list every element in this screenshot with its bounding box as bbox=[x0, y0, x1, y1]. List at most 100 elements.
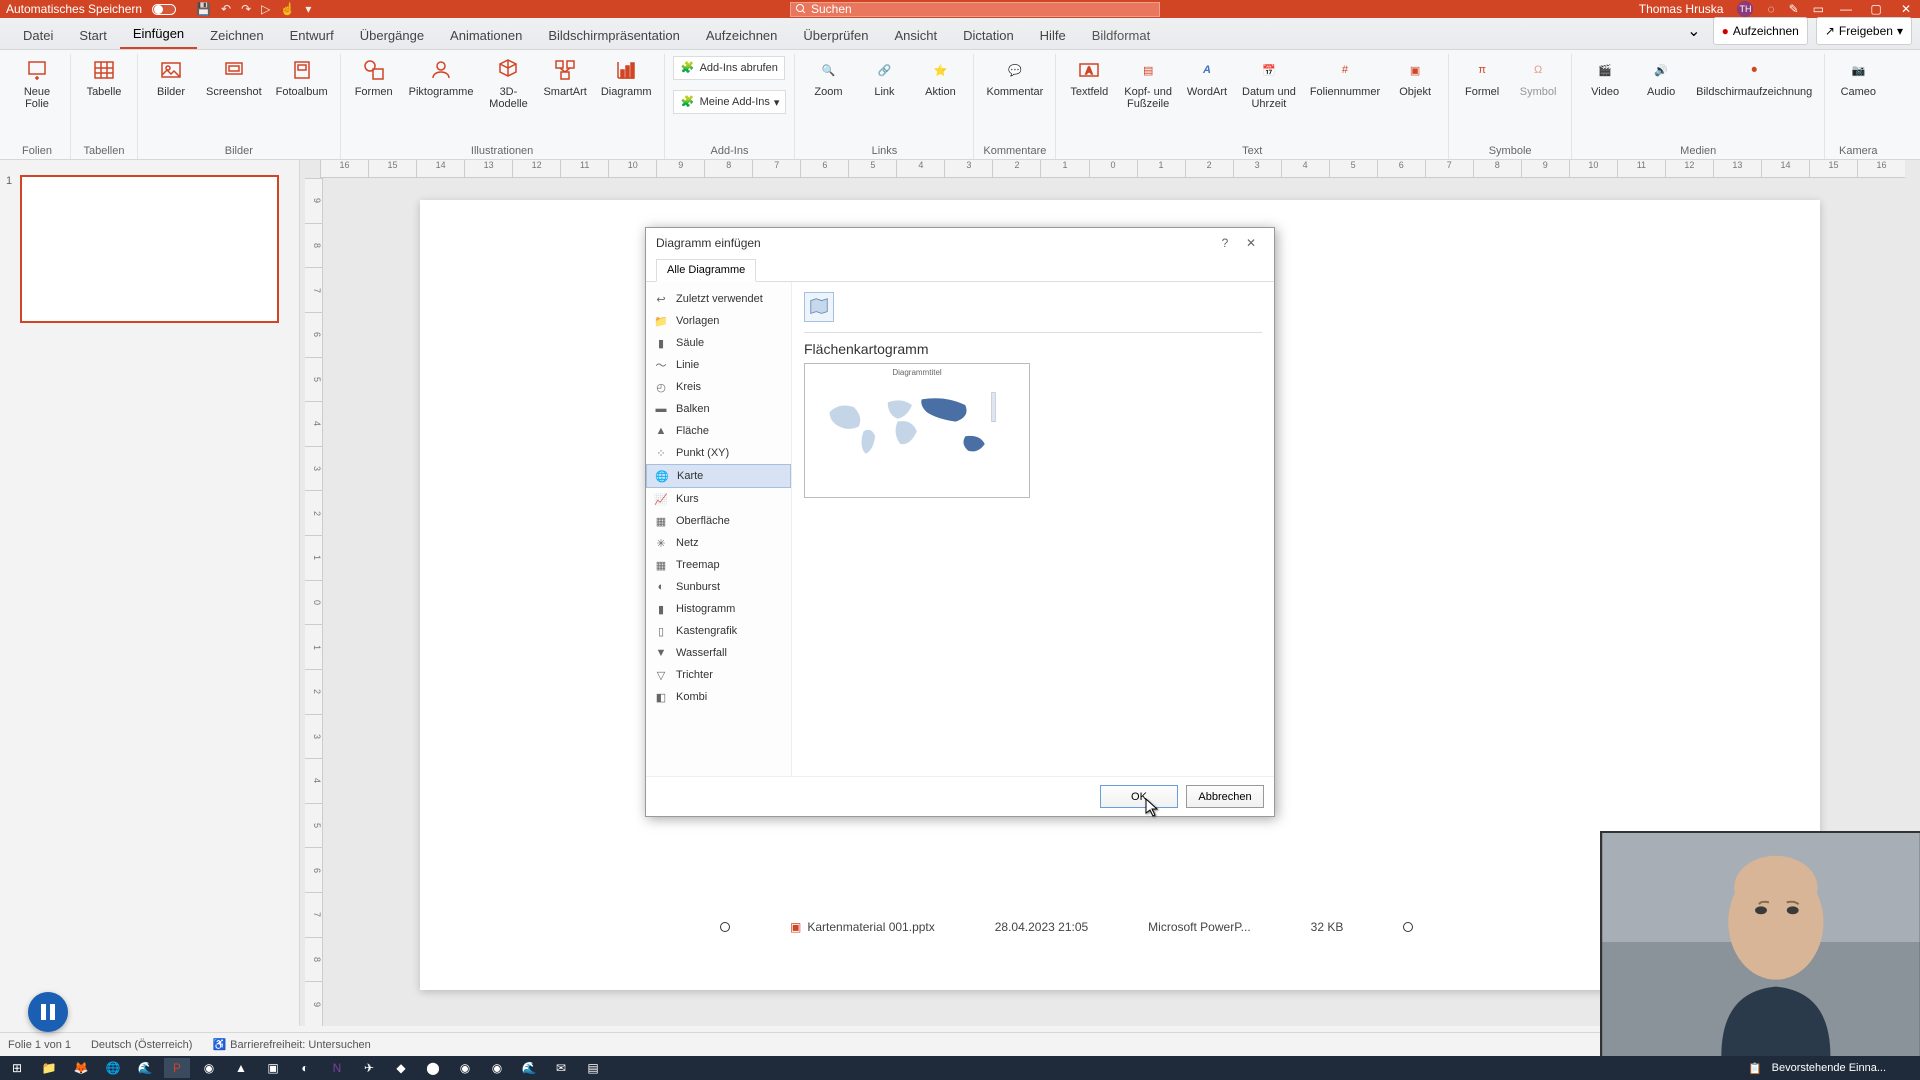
category-icon: ◐ bbox=[654, 580, 668, 594]
category-label: Kombi bbox=[676, 691, 707, 703]
dialog-close-button[interactable]: ✕ bbox=[1238, 236, 1264, 250]
dialog-tab-all-charts[interactable]: Alle Diagramme bbox=[656, 259, 756, 282]
chart-category-netz[interactable]: ✳ Netz bbox=[646, 532, 791, 554]
category-label: Säule bbox=[676, 337, 704, 349]
taskbar-app-2[interactable]: ▣ bbox=[260, 1058, 286, 1078]
slide-count[interactable]: Folie 1 von 1 bbox=[8, 1039, 71, 1051]
category-label: Linie bbox=[676, 359, 699, 371]
category-label: Fläche bbox=[676, 425, 709, 437]
category-icon: ◴ bbox=[654, 380, 668, 394]
chart-category-punktxy[interactable]: ⁘ Punkt (XY) bbox=[646, 442, 791, 464]
category-label: Vorlagen bbox=[676, 315, 719, 327]
cancel-button[interactable]: Abbrechen bbox=[1186, 785, 1264, 808]
chart-category-sule[interactable]: ▮ Säule bbox=[646, 332, 791, 354]
dialog-title-bar[interactable]: Diagramm einfügen ? ✕ bbox=[646, 228, 1274, 258]
taskbar-app-6[interactable]: ◉ bbox=[484, 1058, 510, 1078]
category-label: Balken bbox=[676, 403, 710, 415]
category-label: Histogramm bbox=[676, 603, 735, 615]
taskbar-edge[interactable]: 🌊 bbox=[132, 1058, 158, 1078]
taskbar-chrome[interactable]: 🌐 bbox=[100, 1058, 126, 1078]
taskbar-app-1[interactable]: ◉ bbox=[196, 1058, 222, 1078]
accessibility-icon: ♿ bbox=[212, 1038, 226, 1051]
insert-chart-dialog: Diagramm einfügen ? ✕ Alle Diagramme ↩ Zu… bbox=[645, 227, 1275, 817]
chart-category-flche[interactable]: ▲ Fläche bbox=[646, 420, 791, 442]
chart-category-treemap[interactable]: ▦ Treemap bbox=[646, 554, 791, 576]
category-label: Karte bbox=[677, 470, 703, 482]
chart-preview-thumbnail[interactable]: Diagrammtitel bbox=[804, 363, 1030, 498]
chart-preview-pane: Flächenkartogramm Diagrammtitel bbox=[791, 282, 1274, 776]
category-label: Treemap bbox=[676, 559, 720, 571]
tray-notification-text[interactable]: Bevorstehende Einna... bbox=[1772, 1062, 1886, 1074]
taskbar-app-4[interactable]: ◆ bbox=[388, 1058, 414, 1078]
taskbar-powerpoint[interactable]: P bbox=[164, 1058, 190, 1078]
taskbar-vlc[interactable]: ▲ bbox=[228, 1058, 254, 1078]
chart-category-balken[interactable]: ▬ Balken bbox=[646, 398, 791, 420]
taskbar-edge-2[interactable]: 🌊 bbox=[516, 1058, 542, 1078]
taskbar-app-3[interactable]: ◐ bbox=[292, 1058, 318, 1078]
chart-category-kurs[interactable]: 📈 Kurs bbox=[646, 488, 791, 510]
taskbar-telegram[interactable]: ✈ bbox=[356, 1058, 382, 1078]
chart-subtype-filled-map[interactable] bbox=[804, 292, 834, 322]
chart-category-linie[interactable]: 〜 Linie bbox=[646, 354, 791, 376]
chart-category-wasserfall[interactable]: ▼ Wasserfall bbox=[646, 642, 791, 664]
category-icon: ▯ bbox=[654, 624, 668, 638]
chart-category-vorlagen[interactable]: 📁 Vorlagen bbox=[646, 310, 791, 332]
dialog-title: Diagramm einfügen bbox=[656, 236, 761, 250]
chart-category-kreis[interactable]: ◴ Kreis bbox=[646, 376, 791, 398]
language-indicator[interactable]: Deutsch (Österreich) bbox=[91, 1039, 192, 1051]
chart-preview-mini-title: Diagrammtitel bbox=[809, 368, 1025, 377]
category-icon: 📁 bbox=[654, 314, 668, 328]
category-icon: ▦ bbox=[654, 558, 668, 572]
category-icon: ↩ bbox=[654, 292, 668, 306]
category-icon: ▮ bbox=[654, 602, 668, 616]
accessibility-checker[interactable]: ♿Barrierefreiheit: Untersuchen bbox=[212, 1038, 370, 1051]
chart-category-sunburst[interactable]: ◐ Sunburst bbox=[646, 576, 791, 598]
category-label: Punkt (XY) bbox=[676, 447, 729, 459]
category-icon: ▲ bbox=[654, 424, 668, 438]
presenter-video bbox=[1602, 833, 1920, 1056]
taskbar-mail[interactable]: ✉ bbox=[548, 1058, 574, 1078]
category-label: Kurs bbox=[676, 493, 699, 505]
category-icon: ▽ bbox=[654, 668, 668, 682]
category-icon: ▬ bbox=[654, 402, 668, 416]
chart-category-list[interactable]: ↩ Zuletzt verwendet 📁 Vorlagen ▮ Säule 〜 Linie ◴… bbox=[646, 282, 791, 776]
chart-category-trichter[interactable]: ▽ Trichter bbox=[646, 664, 791, 686]
chart-category-kastengrafik[interactable]: ▯ Kastengrafik bbox=[646, 620, 791, 642]
category-label: Kreis bbox=[676, 381, 701, 393]
ok-button[interactable]: OK bbox=[1100, 785, 1178, 808]
dialog-help-button[interactable]: ? bbox=[1212, 236, 1238, 250]
category-label: Trichter bbox=[676, 669, 713, 681]
category-icon: 📈 bbox=[654, 492, 668, 506]
chart-category-karte[interactable]: 🌐 Karte bbox=[646, 464, 791, 488]
category-label: Kastengrafik bbox=[676, 625, 737, 637]
chart-category-oberflche[interactable]: ▦ Oberfläche bbox=[646, 510, 791, 532]
category-icon: ▼ bbox=[654, 646, 668, 660]
category-label: Zuletzt verwendet bbox=[676, 293, 763, 305]
category-icon: ▦ bbox=[654, 514, 668, 528]
taskbar-app-7[interactable]: ▤ bbox=[580, 1058, 606, 1078]
chart-category-kombi[interactable]: ◧ Kombi bbox=[646, 686, 791, 708]
category-label: Sunburst bbox=[676, 581, 720, 593]
chart-preview-title: Flächenkartogramm bbox=[804, 341, 1262, 357]
category-label: Oberfläche bbox=[676, 515, 730, 527]
webcam-overlay bbox=[1600, 831, 1920, 1056]
category-label: Wasserfall bbox=[676, 647, 727, 659]
category-icon: ⁘ bbox=[654, 446, 668, 460]
recording-pause-button[interactable] bbox=[28, 992, 68, 1032]
category-icon: ▮ bbox=[654, 336, 668, 350]
chart-category-zuletztverwendet[interactable]: ↩ Zuletzt verwendet bbox=[646, 288, 791, 310]
start-button[interactable]: ⊞ bbox=[4, 1058, 30, 1078]
taskbar-obs[interactable]: ⬤ bbox=[420, 1058, 446, 1078]
category-icon: ◧ bbox=[654, 690, 668, 704]
chart-category-histogramm[interactable]: ▮ Histogramm bbox=[646, 598, 791, 620]
category-icon: 🌐 bbox=[655, 469, 669, 483]
category-label: Netz bbox=[676, 537, 699, 549]
category-icon: 〜 bbox=[654, 358, 668, 372]
world-map-icon bbox=[815, 378, 1009, 475]
taskbar-firefox[interactable]: 🦊 bbox=[68, 1058, 94, 1078]
category-icon: ✳ bbox=[654, 536, 668, 550]
taskbar-app-5[interactable]: ◉ bbox=[452, 1058, 478, 1078]
tray-notification-icon[interactable]: 📋 bbox=[1748, 1062, 1762, 1075]
taskbar-explorer[interactable]: 📁 bbox=[36, 1058, 62, 1078]
taskbar-onenote[interactable]: N bbox=[324, 1058, 350, 1078]
